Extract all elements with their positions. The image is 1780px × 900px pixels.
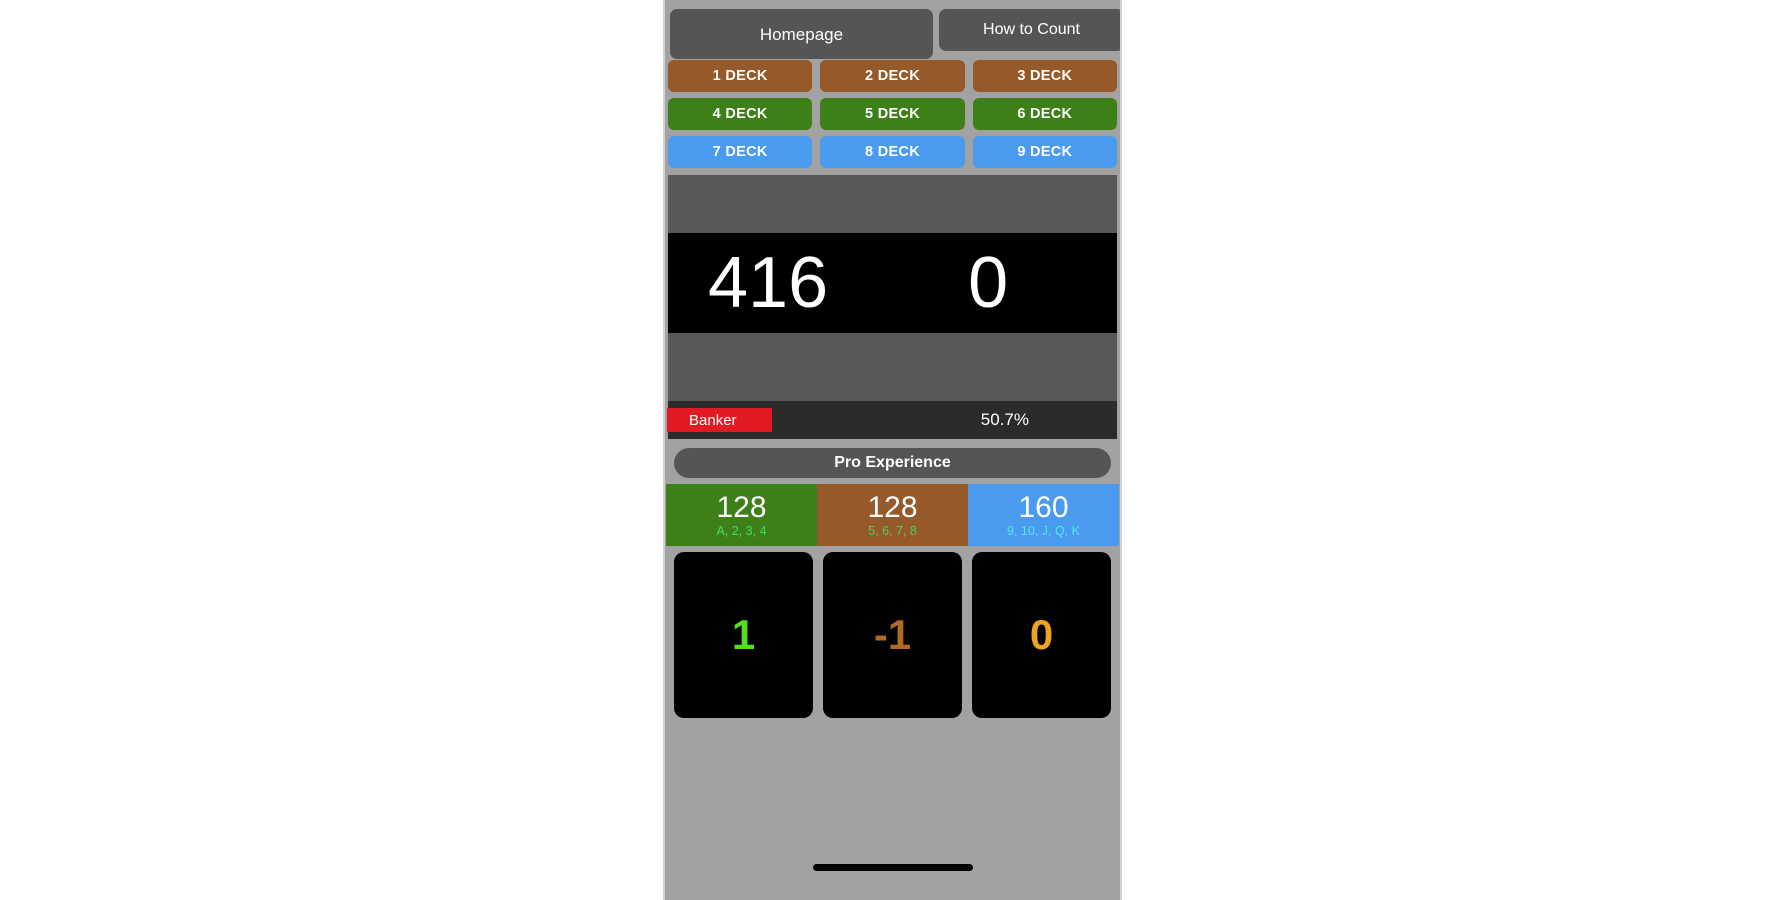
result-strip: Banker 50.7%	[667, 401, 1117, 439]
card-group-low-cards: A, 2, 3, 4	[716, 523, 767, 538]
card-group-mid-cards: 5, 6, 7, 8	[868, 523, 917, 538]
deck-button-4[interactable]: 4 DECK	[668, 98, 813, 130]
deck-selector-grid: 1 DECK 2 DECK 3 DECK 4 DECK 5 DECK 6 DEC…	[665, 60, 1120, 168]
deck-button-9[interactable]: 9 DECK	[972, 136, 1117, 168]
running-count-value: 0	[968, 243, 1009, 323]
count-card-zero-value: 0	[1029, 611, 1054, 658]
count-card-plus-one-value: 1	[731, 611, 756, 658]
deck-button-6[interactable]: 6 DECK	[972, 98, 1117, 130]
pro-experience-container: Pro Experience	[665, 439, 1120, 484]
count-card-minus-one[interactable]: -1	[823, 552, 962, 718]
deck-button-5[interactable]: 5 DECK	[820, 98, 965, 130]
phone-screen: Homepage How to Count 1 DECK 2 DECK 3 DE…	[663, 0, 1122, 900]
top-navigation-bar: Homepage How to Count	[665, 0, 1120, 60]
status-badge-banker: Banker	[667, 408, 772, 432]
screenshot-stage: Homepage How to Count 1 DECK 2 DECK 3 DE…	[0, 0, 1780, 900]
card-group-counters: 128 A, 2, 3, 4 128 5, 6, 7, 8 160 9, 10,…	[666, 484, 1119, 546]
deck-row-green: 4 DECK 5 DECK 6 DECK	[668, 98, 1117, 130]
deck-button-1[interactable]: 1 DECK	[668, 60, 813, 92]
deck-row-brown: 1 DECK 2 DECK 3 DECK	[668, 60, 1117, 92]
cards-remaining-value: 416	[708, 243, 829, 323]
banker-percentage: 50.7%	[980, 410, 1029, 429]
card-group-high-cards: 9, 10, J, Q, K	[1007, 523, 1080, 538]
card-group-mid[interactable]: 128 5, 6, 7, 8	[817, 484, 968, 546]
count-value-cards: 1 -1 0	[665, 546, 1120, 848]
card-group-low-count: 128	[716, 490, 767, 524]
card-group-high[interactable]: 160 9, 10, J, Q, K	[968, 484, 1119, 546]
count-display-bar: 416 0	[668, 233, 1117, 333]
count-card-minus-one-value: -1	[873, 611, 912, 658]
deck-row-blue: 7 DECK 8 DECK 9 DECK	[668, 136, 1117, 168]
count-card-zero[interactable]: 0	[972, 552, 1111, 718]
count-card-plus-one[interactable]: 1	[674, 552, 813, 718]
deck-button-7[interactable]: 7 DECK	[668, 136, 813, 168]
card-group-low[interactable]: 128 A, 2, 3, 4	[666, 484, 817, 546]
display-top-spacer	[668, 175, 1117, 233]
home-indicator-bar[interactable]	[812, 863, 973, 871]
card-group-high-count: 160	[1018, 490, 1069, 524]
deck-button-8[interactable]: 8 DECK	[820, 136, 965, 168]
deck-button-3[interactable]: 3 DECK	[972, 60, 1117, 92]
home-indicator-area	[665, 848, 1120, 900]
display-bottom-spacer	[668, 333, 1117, 401]
how-to-count-button[interactable]: How to Count	[939, 9, 1120, 51]
card-group-mid-count: 128	[867, 490, 918, 524]
pro-experience-button[interactable]: Pro Experience	[674, 448, 1111, 478]
deck-button-2[interactable]: 2 DECK	[820, 60, 965, 92]
homepage-button[interactable]: Homepage	[670, 9, 933, 59]
